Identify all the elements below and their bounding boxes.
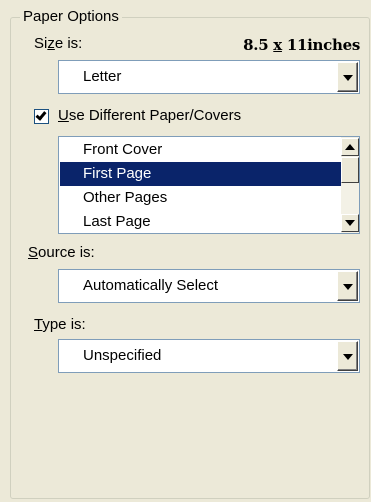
scroll-down-button[interactable] [341,214,359,232]
list-item-last-page[interactable]: Last Page [60,210,341,233]
size-dropdown-value: Letter [83,68,122,85]
size-label: Size is: [34,35,83,52]
scroll-thumb[interactable] [341,157,359,183]
group-title: Paper Options [20,8,122,26]
list-item-other-pages[interactable]: Other Pages [60,186,341,210]
source-dropdown-button[interactable] [337,271,358,301]
type-dropdown-value: Unspecified [83,347,162,364]
source-label: Source is: [28,244,95,261]
type-label: Type is: [34,316,86,333]
chevron-down-icon [343,284,353,290]
type-dropdown-button[interactable] [337,341,358,371]
arrow-down-icon [345,220,355,226]
source-dropdown[interactable]: Automatically Select [58,269,360,303]
pages-listbox[interactable]: Front Cover First Page Other Pages Last … [58,136,360,234]
list-item-first-page[interactable]: First Page [60,162,341,186]
check-icon [35,109,47,121]
use-different-paper-label[interactable]: Use Different Paper/Covers [58,107,241,125]
type-dropdown[interactable]: Unspecified [58,339,360,373]
size-dropdown-button[interactable] [337,62,358,92]
chevron-down-icon [343,75,353,81]
paper-dimensions: 8.5 x 11inches [243,36,360,54]
use-different-paper-checkbox[interactable] [34,109,49,124]
list-item-front-cover[interactable]: Front Cover [60,138,341,162]
pages-scrollbar[interactable] [341,137,359,233]
source-dropdown-value: Automatically Select [83,277,219,294]
chevron-down-icon [343,354,353,360]
size-dropdown[interactable]: Letter [58,60,360,94]
arrow-up-icon [345,144,355,150]
paper-options-panel: Paper Options Size is: 8.5 x 11inches Le… [0,0,371,502]
scroll-up-button[interactable] [341,138,359,156]
